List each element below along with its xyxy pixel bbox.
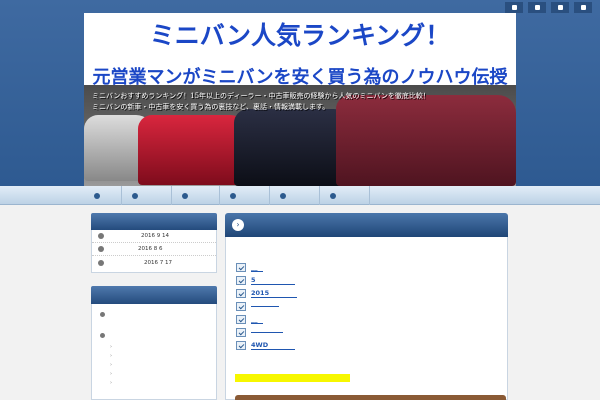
new-posts-heading: ›	[225, 213, 508, 237]
category-item[interactable]	[92, 329, 216, 342]
subcategory-item[interactable]: ›	[92, 369, 216, 378]
post-link[interactable]: 4WD	[251, 341, 295, 350]
nav-item-3[interactable]	[172, 186, 220, 205]
archive-item[interactable]: 2016 9 14	[92, 230, 216, 243]
home-icon[interactable]	[505, 2, 523, 13]
check-icon	[236, 315, 246, 324]
nav-bullet-icon	[230, 192, 236, 199]
nav-bullet-icon	[182, 192, 188, 199]
bullet-icon	[98, 246, 104, 252]
nav-item-5[interactable]	[270, 186, 320, 205]
post-item[interactable]	[236, 300, 279, 313]
subcategory-item[interactable]: ›	[92, 360, 216, 369]
bullet-icon	[98, 259, 104, 266]
global-nav	[0, 186, 600, 205]
check-icon	[236, 276, 246, 285]
mail-icon[interactable]	[574, 2, 592, 13]
categories-heading	[91, 286, 217, 304]
site-banner[interactable]: ミニバン人気ランキング！ 元営業マンがミニバンを安く買う為のノウハウ伝授 ミニバ…	[84, 13, 516, 186]
post-item[interactable]: 4WD	[236, 339, 295, 352]
check-icon	[236, 289, 246, 298]
nav-bullet-icon	[132, 192, 138, 199]
subcategory-item[interactable]: ›	[92, 378, 216, 387]
black-minivan-image	[234, 109, 352, 186]
categories-list: › › › › ›	[91, 304, 217, 400]
site-description-line1: ミニバンおすすめランキング！15年以上のディーラー・中古車販売の経験から人気のミ…	[92, 92, 430, 100]
post-item[interactable]: __	[236, 261, 263, 274]
site-description: ミニバンおすすめランキング！15年以上のディーラー・中古車販売の経験から人気のミ…	[92, 91, 512, 113]
highlight-bar	[235, 374, 350, 382]
category-item[interactable]	[92, 308, 216, 321]
post-link[interactable]	[251, 306, 279, 307]
post-link[interactable]: __	[251, 263, 263, 272]
post-link[interactable]: 5	[251, 276, 295, 285]
section-bar	[235, 395, 506, 400]
post-item[interactable]: __	[236, 313, 263, 326]
archive-item[interactable]: 2016 8 6	[92, 243, 216, 256]
site-description-line2: ミニバンの新車・中古車を安く買う為の裏技など、裏話・情報満載します。	[92, 103, 330, 111]
nav-item-6[interactable]	[320, 186, 370, 205]
nav-item-4[interactable]	[220, 186, 270, 205]
check-icon	[236, 341, 246, 350]
page-header: ミニバン人気ランキング！ 元営業マンがミニバンを安く買う為のノウハウ伝授 ミニバ…	[0, 0, 600, 186]
top-icon-bar	[505, 2, 592, 13]
rss-icon[interactable]	[528, 2, 546, 13]
bullet-icon	[100, 333, 105, 338]
red-minivan-image	[138, 115, 248, 185]
check-icon	[236, 263, 246, 272]
post-item[interactable]	[236, 326, 283, 339]
post-item[interactable]: 5	[236, 274, 295, 287]
subcategory-item[interactable]: ›	[92, 342, 216, 351]
subcategory-item[interactable]: ›	[92, 351, 216, 360]
post-item[interactable]: 2015	[236, 287, 297, 300]
nav-bullet-icon	[280, 192, 286, 199]
nav-item-2[interactable]	[122, 186, 172, 205]
archive-item[interactable]: 2016 7 17	[92, 256, 216, 269]
nav-bullet-icon	[330, 192, 336, 199]
post-link[interactable]: 2015	[251, 289, 297, 298]
nav-bullet-icon	[94, 192, 100, 199]
bullet-icon	[98, 233, 104, 239]
archives-heading	[91, 213, 217, 230]
user-icon[interactable]	[551, 2, 569, 13]
arrow-right-icon: ›	[232, 219, 244, 231]
post-link[interactable]	[251, 332, 283, 333]
bullet-icon	[100, 312, 105, 317]
archives-list: 2016 9 14 2016 8 6 2016 7 17	[91, 230, 217, 273]
check-icon	[236, 328, 246, 337]
post-link[interactable]: __	[251, 315, 263, 324]
check-icon	[236, 302, 246, 311]
site-title: ミニバン人気ランキング！	[149, 21, 451, 50]
nav-item-1[interactable]	[84, 186, 122, 205]
